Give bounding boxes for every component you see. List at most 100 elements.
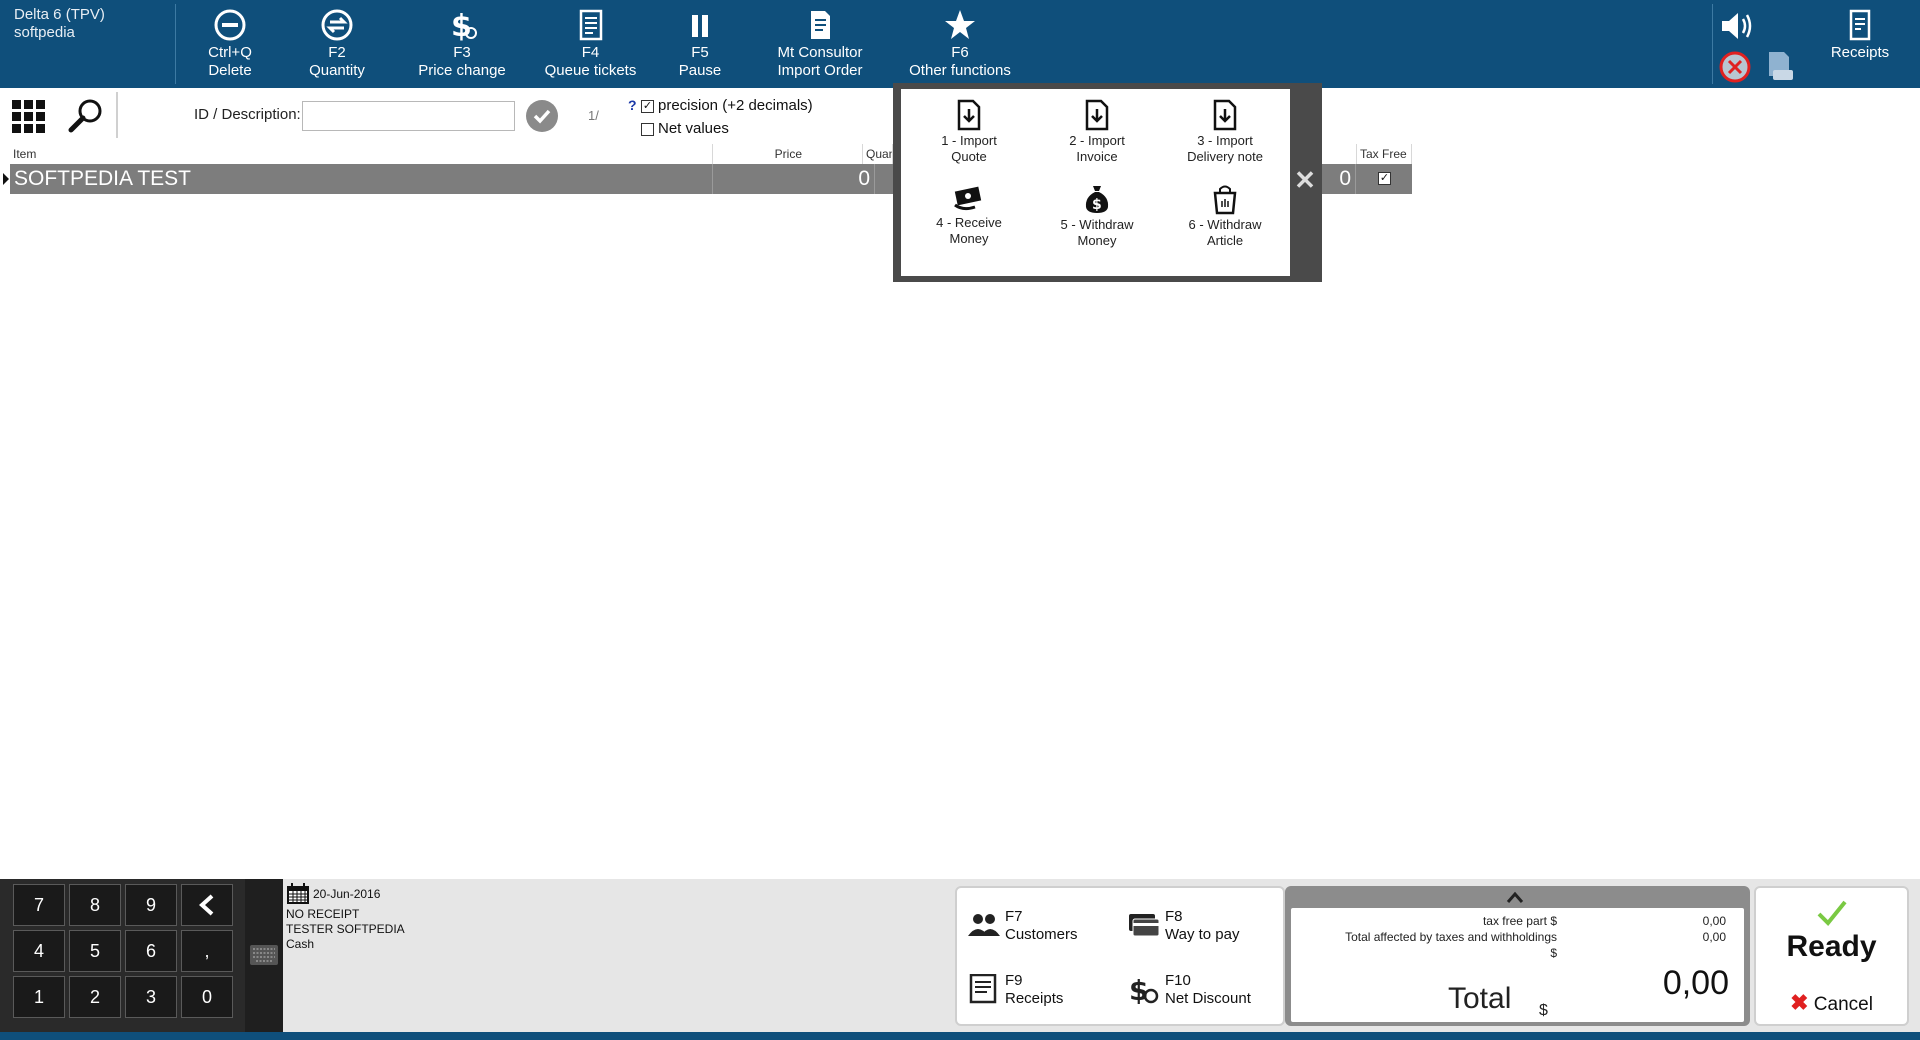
f9-receipts-key: F9	[1005, 972, 1023, 989]
quantity-label: Quantity	[309, 62, 365, 79]
delete-button[interactable]: Ctrl+Q Delete	[190, 4, 270, 84]
tax-free-checkbox[interactable]: ✓	[1378, 172, 1391, 185]
column-header-quantity[interactable]: Quan	[863, 144, 893, 164]
other-functions-button[interactable]: F6 Other functions	[905, 4, 1015, 84]
key-0[interactable]: 0	[181, 976, 233, 1018]
column-header-price[interactable]: Price	[713, 144, 863, 164]
quantity-button[interactable]: F2 Quantity	[297, 4, 377, 84]
keyboard-icon[interactable]	[249, 939, 279, 969]
ready-button[interactable]: Ready	[1756, 898, 1907, 978]
key-1[interactable]: 1	[13, 976, 65, 1018]
confirm-search-button[interactable]	[526, 100, 558, 132]
document-edit-icon	[811, 11, 830, 39]
affected-value: 0,00	[1702, 930, 1726, 944]
document-download-icon	[1085, 99, 1109, 131]
ready-label: Ready	[1786, 930, 1877, 963]
document-download-icon	[1213, 99, 1237, 131]
withdraw-money-label-2: Money	[1077, 233, 1117, 248]
search-icon[interactable]	[66, 96, 106, 136]
ticket-list-icon	[579, 9, 602, 41]
grid-icon[interactable]	[12, 100, 46, 134]
printer-icon[interactable]	[1764, 48, 1794, 82]
column-header-item[interactable]: Item	[10, 144, 713, 164]
toolbar-divider	[116, 92, 118, 138]
import-order-button[interactable]: Mt Consultor Import Order	[770, 4, 870, 84]
toolbar-separator	[1712, 4, 1713, 84]
id-description-label: ID / Description:	[194, 106, 301, 123]
pause-button[interactable]: F5 Pause	[670, 4, 730, 84]
receipt-status: NO RECEIPT	[286, 907, 360, 921]
key-6[interactable]: 6	[125, 930, 177, 972]
total-unit: $	[1539, 1002, 1548, 1019]
help-icon[interactable]: ?	[628, 97, 637, 113]
dollar-gear-icon: $	[451, 9, 477, 42]
f9-receipts-label: Receipts	[1005, 990, 1064, 1007]
queue-tickets-button[interactable]: F4 Queue tickets	[538, 4, 643, 84]
other-functions-popup: 1 - Import Quote 2 - Import Invoice 3 - …	[893, 83, 1322, 282]
queue-tickets-key: F4	[581, 44, 600, 61]
customers-button[interactable]: F7 Customers	[967, 906, 1117, 946]
net-discount-button[interactable]: $ F10 Net Discount	[1127, 970, 1277, 1010]
column-header-tax-free[interactable]: Tax Free	[1356, 144, 1412, 164]
receipt-info: 20-Jun-2016 NO RECEIPT TESTER SOFTPEDIA …	[286, 883, 405, 952]
f9-receipts-button[interactable]: F9 Receipts	[967, 970, 1117, 1010]
customers-label: Customers	[1005, 926, 1078, 943]
net-values-checkbox[interactable]	[641, 123, 654, 136]
top-toolbar: Delta 6 (TPV) softpedia Ctrl+Q Delete F2…	[0, 0, 1920, 88]
price-change-key: F3	[453, 44, 471, 61]
key-2[interactable]: 2	[69, 976, 121, 1018]
import-order-key: Mt Consultor	[777, 44, 863, 61]
key-7[interactable]: 7	[13, 884, 65, 926]
star-icon	[945, 10, 975, 39]
import-invoice-button[interactable]: 2 - Import Invoice	[1032, 89, 1162, 169]
svg-text:$: $	[1092, 197, 1102, 213]
backspace-key[interactable]	[181, 884, 233, 926]
id-description-input[interactable]	[302, 101, 515, 131]
withdraw-article-button[interactable]: 6 - Withdraw Article	[1160, 173, 1290, 253]
withdraw-article-label-1: 6 - Withdraw	[1188, 217, 1262, 232]
way-to-pay-key: F8	[1165, 908, 1183, 925]
pause-key: F5	[691, 44, 709, 61]
red-x-icon: ✖	[1790, 990, 1809, 1015]
key-comma[interactable]: ,	[181, 930, 233, 972]
receipts-button[interactable]: Receipts	[1820, 4, 1900, 84]
cash-hand-icon	[954, 186, 982, 211]
receive-money-button[interactable]: 4 - Receive Money	[904, 173, 1034, 253]
price-change-button[interactable]: $ F3 Price change	[412, 4, 512, 84]
chevron-up-icon[interactable]	[1505, 889, 1525, 905]
bottom-panel: 7 8 9 4 5 6 , 1 2 3 0 20-Jun-2016 NO REC…	[0, 879, 1920, 1032]
key-9[interactable]: 9	[125, 884, 177, 926]
import-delivery-note-button[interactable]: 3 - Import Delivery note	[1160, 89, 1290, 169]
row-price: 0	[713, 164, 875, 194]
affected-label: Total affected by taxes and withholdings	[1345, 930, 1557, 944]
ready-panel: Ready ✖ Cancel	[1754, 886, 1909, 1026]
cancel-circle-icon[interactable]	[1718, 50, 1752, 84]
speaker-icon[interactable]	[1716, 8, 1756, 44]
pause-icon	[692, 15, 708, 37]
quantity-key: F2	[328, 44, 346, 61]
way-to-pay-button[interactable]: F8 Way to pay	[1127, 906, 1277, 946]
close-popup-icon[interactable]: ✕	[1293, 167, 1317, 193]
key-5[interactable]: 5	[69, 930, 121, 972]
cancel-label: Cancel	[1813, 994, 1873, 1015]
shopping-bag-icon	[1213, 185, 1237, 215]
import-order-label: Import Order	[777, 62, 863, 79]
money-bag-icon: $	[1085, 186, 1109, 213]
import-quote-button[interactable]: 1 - Import Quote	[904, 89, 1034, 169]
receipt-icon	[969, 974, 997, 1004]
withdraw-money-button[interactable]: $ 5 - Withdraw Money	[1032, 173, 1162, 253]
check-icon	[533, 109, 551, 124]
net-values-label: Net values	[658, 120, 729, 137]
other-functions-panel: 1 - Import Quote 2 - Import Invoice 3 - …	[901, 89, 1290, 276]
key-3[interactable]: 3	[125, 976, 177, 1018]
key-4[interactable]: 4	[13, 930, 65, 972]
precision-checkbox[interactable]: ✓	[641, 100, 654, 113]
cancel-button[interactable]: ✖ Cancel	[1756, 990, 1907, 1018]
other-functions-key: F6	[951, 44, 969, 61]
net-discount-key: F10	[1165, 972, 1191, 989]
footer-bar	[0, 1032, 1920, 1040]
import-invoice-label-2: Invoice	[1076, 149, 1118, 164]
numeric-keypad: 7 8 9 4 5 6 , 1 2 3 0	[0, 879, 245, 1032]
key-8[interactable]: 8	[69, 884, 121, 926]
pause-label: Pause	[678, 62, 722, 79]
